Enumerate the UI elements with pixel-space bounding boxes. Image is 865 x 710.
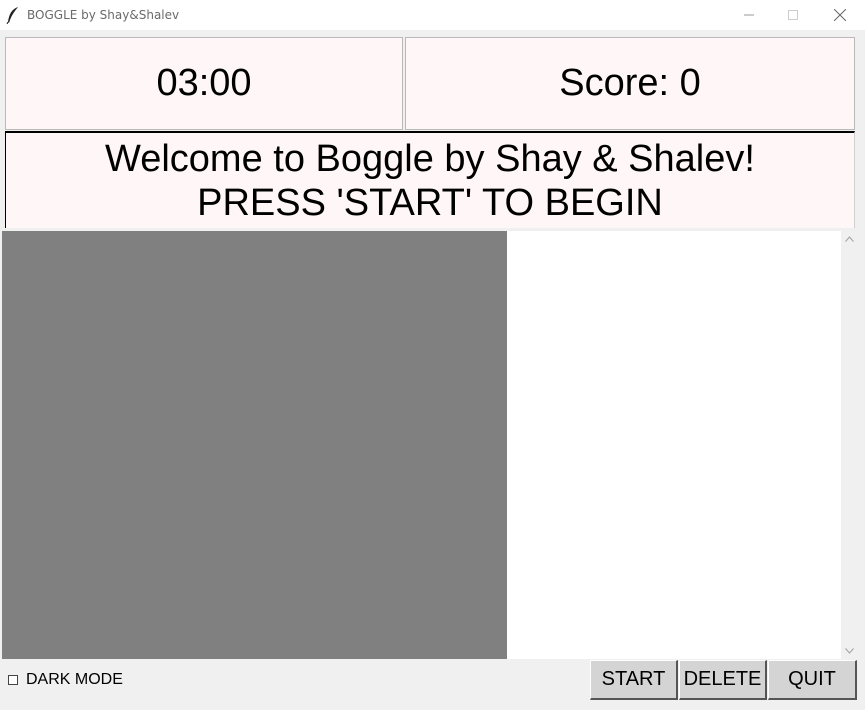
minimize-button[interactable] xyxy=(726,0,772,30)
scroll-down-button[interactable] xyxy=(841,643,857,659)
close-icon xyxy=(834,9,846,21)
scroll-up-button[interactable] xyxy=(841,231,857,247)
minimize-icon xyxy=(744,14,754,16)
score-display: Score: 0 xyxy=(405,37,855,130)
start-button[interactable]: START xyxy=(590,660,678,700)
message-panel: Welcome to Boggle by Shay & Shalev! PRES… xyxy=(5,131,855,228)
chevron-up-icon xyxy=(844,236,854,242)
quit-button[interactable]: QUIT xyxy=(768,660,857,700)
dark-mode-checkbox[interactable] xyxy=(8,675,18,685)
instruction-message: PRESS 'START' TO BEGIN xyxy=(197,182,663,224)
window-title: BOGGLE by Shay&Shalev xyxy=(27,8,180,22)
maximize-icon xyxy=(788,10,798,20)
close-button[interactable] xyxy=(817,0,863,30)
words-scrollbar[interactable] xyxy=(841,231,857,659)
title-bar: BOGGLE by Shay&Shalev xyxy=(0,0,865,30)
feather-icon xyxy=(6,7,18,24)
maximize-button[interactable] xyxy=(770,0,816,30)
boggle-board[interactable] xyxy=(2,231,507,659)
dark-mode-toggle[interactable]: DARK MODE xyxy=(8,670,123,690)
timer-display: 03:00 xyxy=(5,37,403,130)
welcome-message: Welcome to Boggle by Shay & Shalev! xyxy=(105,138,755,180)
found-words-list[interactable] xyxy=(507,231,841,659)
chevron-down-icon xyxy=(844,648,854,654)
dark-mode-label: DARK MODE xyxy=(26,671,123,688)
header-row: 03:00 Score: 0 xyxy=(5,37,855,130)
delete-button[interactable]: DELETE xyxy=(679,660,767,700)
